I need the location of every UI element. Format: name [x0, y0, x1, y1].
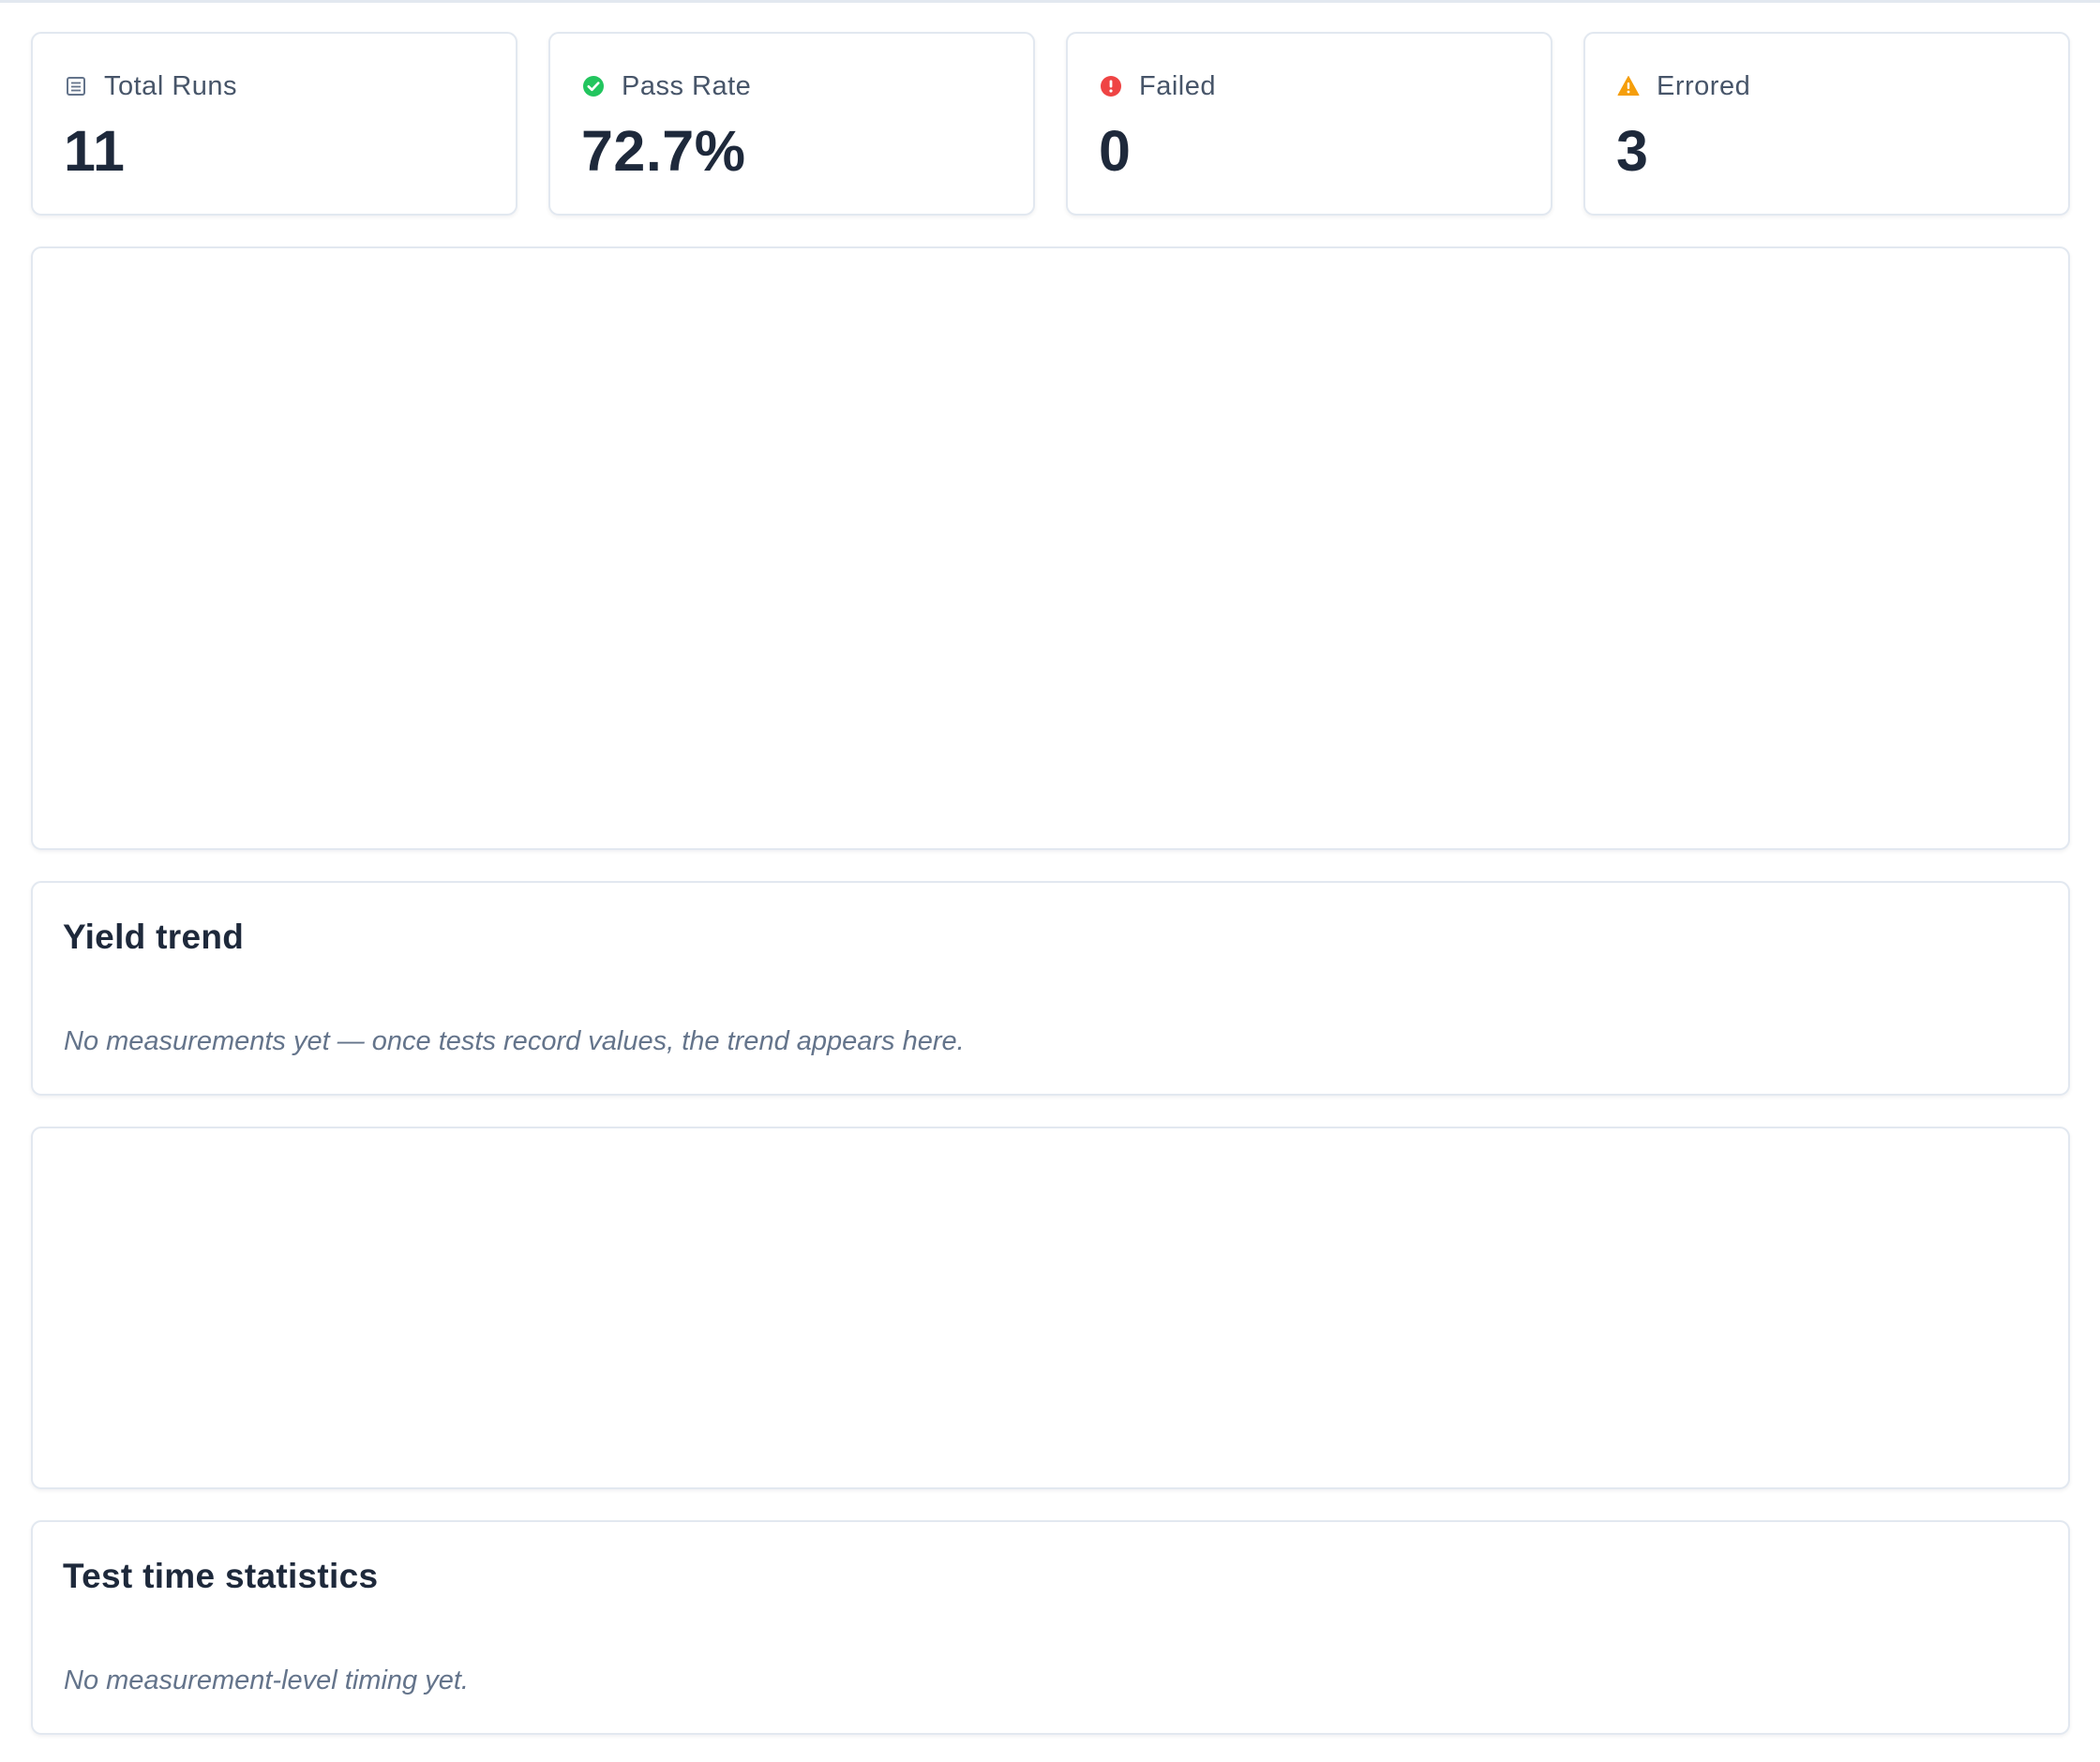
stat-label: Total Runs	[104, 70, 238, 101]
test-time-statistics-title: Test time statistics	[63, 1557, 379, 1595]
dashboard-page: Total Runs 11 Pass Rate 72.7% Failed 0 E…	[0, 0, 2100, 1762]
stat-label-row: Failed	[1100, 67, 1216, 105]
stat-label-row: Errored	[1617, 67, 1750, 105]
stat-card-failed: Failed 0	[1066, 32, 1552, 216]
blank-timing-panel	[31, 1127, 2070, 1489]
test-time-statistics-panel: Test time statistics No measurement-leve…	[31, 1520, 2070, 1735]
stat-label-row: Total Runs	[65, 67, 237, 105]
yield-trend-title: Yield trend	[63, 918, 245, 956]
yield-trend-empty-message: No measurements yet — once tests record …	[64, 1026, 965, 1056]
stat-label-row: Pass Rate	[582, 67, 751, 105]
stat-label: Pass Rate	[622, 70, 752, 101]
stat-value: 0	[1099, 119, 1132, 183]
stat-card-total-runs: Total Runs 11	[31, 32, 518, 216]
alert-circle-icon	[1100, 75, 1122, 97]
check-circle-icon	[582, 75, 605, 97]
stat-card-pass-rate: Pass Rate 72.7%	[548, 32, 1035, 216]
yield-trend-panel: Yield trend No measurements yet — once t…	[31, 881, 2070, 1096]
stat-label: Errored	[1657, 70, 1751, 101]
stat-value: 11	[64, 119, 126, 183]
test-time-statistics-empty-message: No measurement-level timing yet.	[64, 1665, 469, 1695]
list-icon	[65, 75, 87, 97]
warning-triangle-icon	[1617, 75, 1640, 97]
blank-chart-panel	[31, 246, 2070, 850]
stat-card-errored: Errored 3	[1583, 32, 2070, 216]
stat-value: 3	[1616, 119, 1649, 183]
stat-value: 72.7%	[581, 119, 746, 183]
stat-label: Failed	[1139, 70, 1216, 101]
